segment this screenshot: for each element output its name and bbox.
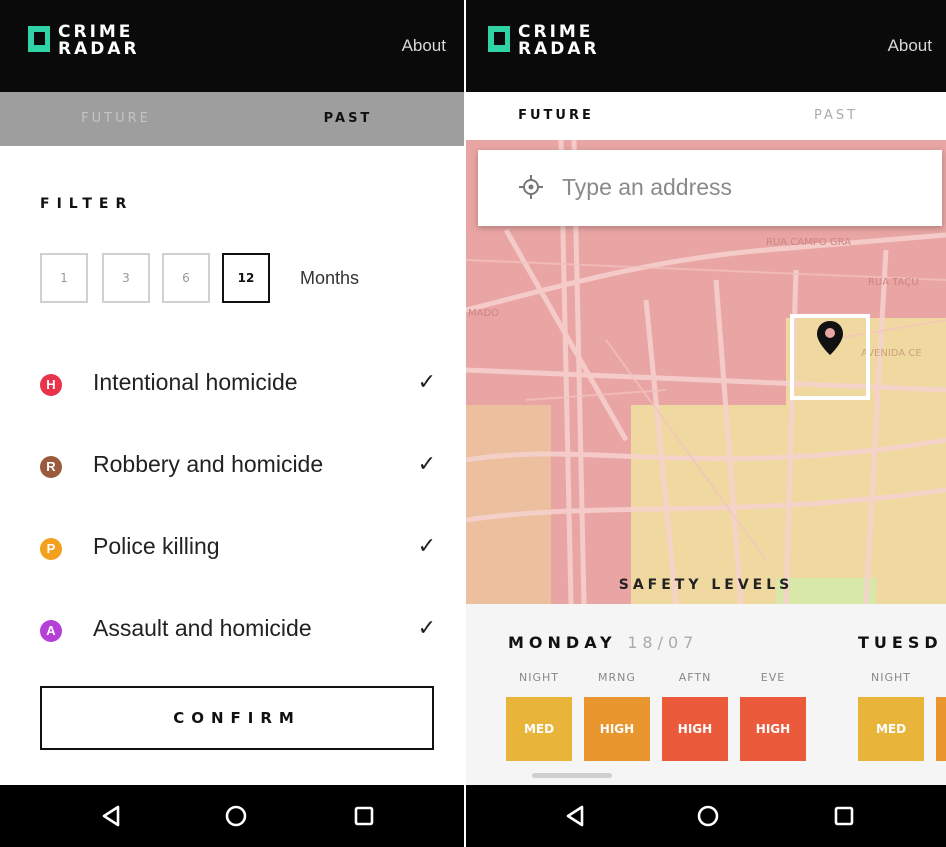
day-title-monday: MONDAY 18/07 bbox=[508, 633, 698, 652]
safety-levels-label: SAFETY LEVELS bbox=[618, 577, 794, 593]
search-input[interactable]: Type an address bbox=[562, 174, 732, 201]
safety-level-cell[interactable]: MED bbox=[858, 697, 924, 761]
confirm-button[interactable]: CONFIRM bbox=[40, 686, 434, 750]
street-label: RUA TAÇU bbox=[868, 277, 919, 288]
android-nav-bar bbox=[466, 785, 946, 847]
crime-filter-police-killing[interactable]: P Police killing ✓ bbox=[40, 528, 440, 568]
homicide-badge-icon: H bbox=[40, 374, 62, 396]
home-circle-icon[interactable] bbox=[222, 802, 250, 830]
street-label: RUA CAMPO GRA bbox=[766, 237, 851, 248]
assault-badge-icon: A bbox=[40, 620, 62, 642]
day-name: MONDAY bbox=[508, 633, 617, 652]
recents-square-icon[interactable] bbox=[830, 802, 858, 830]
android-nav-bar bbox=[0, 785, 464, 847]
safety-level-cell[interactable]: MED bbox=[506, 697, 572, 761]
crime-label: Assault and homicide bbox=[93, 615, 312, 641]
app-header: CRIME RADAR About bbox=[0, 0, 464, 92]
safety-level-cell[interactable]: HIGH bbox=[662, 697, 728, 761]
logo-line2: RADAR bbox=[58, 39, 140, 59]
slot-label: EVE bbox=[760, 671, 786, 684]
month-option-12[interactable]: 12 bbox=[222, 253, 270, 303]
app-header: CRIME RADAR About bbox=[466, 0, 946, 92]
police-badge-icon: P bbox=[40, 538, 62, 560]
back-triangle-icon[interactable] bbox=[98, 802, 126, 830]
checkmark-icon[interactable]: ✓ bbox=[418, 616, 436, 641]
crime-filter-robbery-homicide[interactable]: R Robbery and homicide ✓ bbox=[40, 446, 440, 486]
map-screen: CRIME RADAR About FUTURE PAST RUA CAMPO … bbox=[466, 0, 946, 847]
crosshair-location-icon[interactable] bbox=[518, 174, 544, 200]
address-search-bar[interactable]: Type an address bbox=[478, 150, 942, 226]
location-pin-icon[interactable] bbox=[816, 320, 844, 356]
tab-bar: FUTURE PAST bbox=[0, 92, 464, 146]
safety-level-cell[interactable]: HIGH bbox=[584, 697, 650, 761]
checkmark-icon[interactable]: ✓ bbox=[418, 452, 436, 477]
month-option-1[interactable]: 1 bbox=[40, 253, 88, 303]
logo-line2: RADAR bbox=[518, 39, 600, 59]
crime-filter-assault-homicide[interactable]: A Assault and homicide ✓ bbox=[40, 610, 440, 650]
back-triangle-icon[interactable] bbox=[562, 802, 590, 830]
crime-label: Intentional homicide bbox=[93, 369, 298, 395]
day-date: 18/07 bbox=[627, 633, 699, 652]
month-option-3[interactable]: 3 bbox=[102, 253, 150, 303]
crime-label: Police killing bbox=[93, 533, 220, 559]
tab-future[interactable]: FUTURE bbox=[0, 92, 232, 146]
slot-label: NIGHT bbox=[519, 671, 559, 684]
checkmark-icon[interactable]: ✓ bbox=[418, 370, 436, 395]
day-title-tuesday: TUESD bbox=[858, 633, 943, 652]
slot-label: MRNG bbox=[598, 671, 636, 684]
safety-level-cell[interactable]: HIGH bbox=[740, 697, 806, 761]
slot-label: NIGHT bbox=[871, 671, 911, 684]
logo-mark-icon bbox=[28, 26, 50, 52]
logo-text: CRIME RADAR bbox=[58, 24, 140, 58]
tab-past[interactable]: PAST bbox=[232, 92, 464, 146]
filter-screen: CRIME RADAR About FUTURE PAST FILTER 1 3… bbox=[0, 0, 464, 847]
crime-filter-intentional-homicide[interactable]: H Intentional homicide ✓ bbox=[40, 364, 440, 404]
crime-label: Robbery and homicide bbox=[93, 451, 324, 477]
tab-bar: FUTURE PAST bbox=[466, 92, 946, 140]
tab-future[interactable]: FUTURE bbox=[466, 92, 646, 140]
recents-square-icon[interactable] bbox=[350, 802, 378, 830]
logo-text: CRIME RADAR bbox=[518, 24, 600, 58]
checkmark-icon[interactable]: ✓ bbox=[418, 534, 436, 559]
about-link[interactable]: About bbox=[888, 36, 932, 56]
robbery-badge-icon: R bbox=[40, 456, 62, 478]
street-label: MADO bbox=[468, 308, 499, 319]
safety-level-cell-partial[interactable] bbox=[936, 697, 946, 761]
filter-title: FILTER bbox=[40, 196, 134, 212]
months-unit-label: Months bbox=[300, 268, 360, 288]
home-circle-icon[interactable] bbox=[694, 802, 722, 830]
month-option-6[interactable]: 6 bbox=[162, 253, 210, 303]
about-link[interactable]: About bbox=[402, 36, 446, 56]
slot-label: AFTN bbox=[678, 671, 712, 684]
day-name: TUESD bbox=[858, 633, 943, 652]
logo-mark-icon bbox=[488, 26, 510, 52]
horizontal-scrollbar[interactable] bbox=[532, 773, 612, 778]
street-label: AVENIDA CE bbox=[861, 348, 922, 359]
tab-past[interactable]: PAST bbox=[646, 92, 946, 140]
